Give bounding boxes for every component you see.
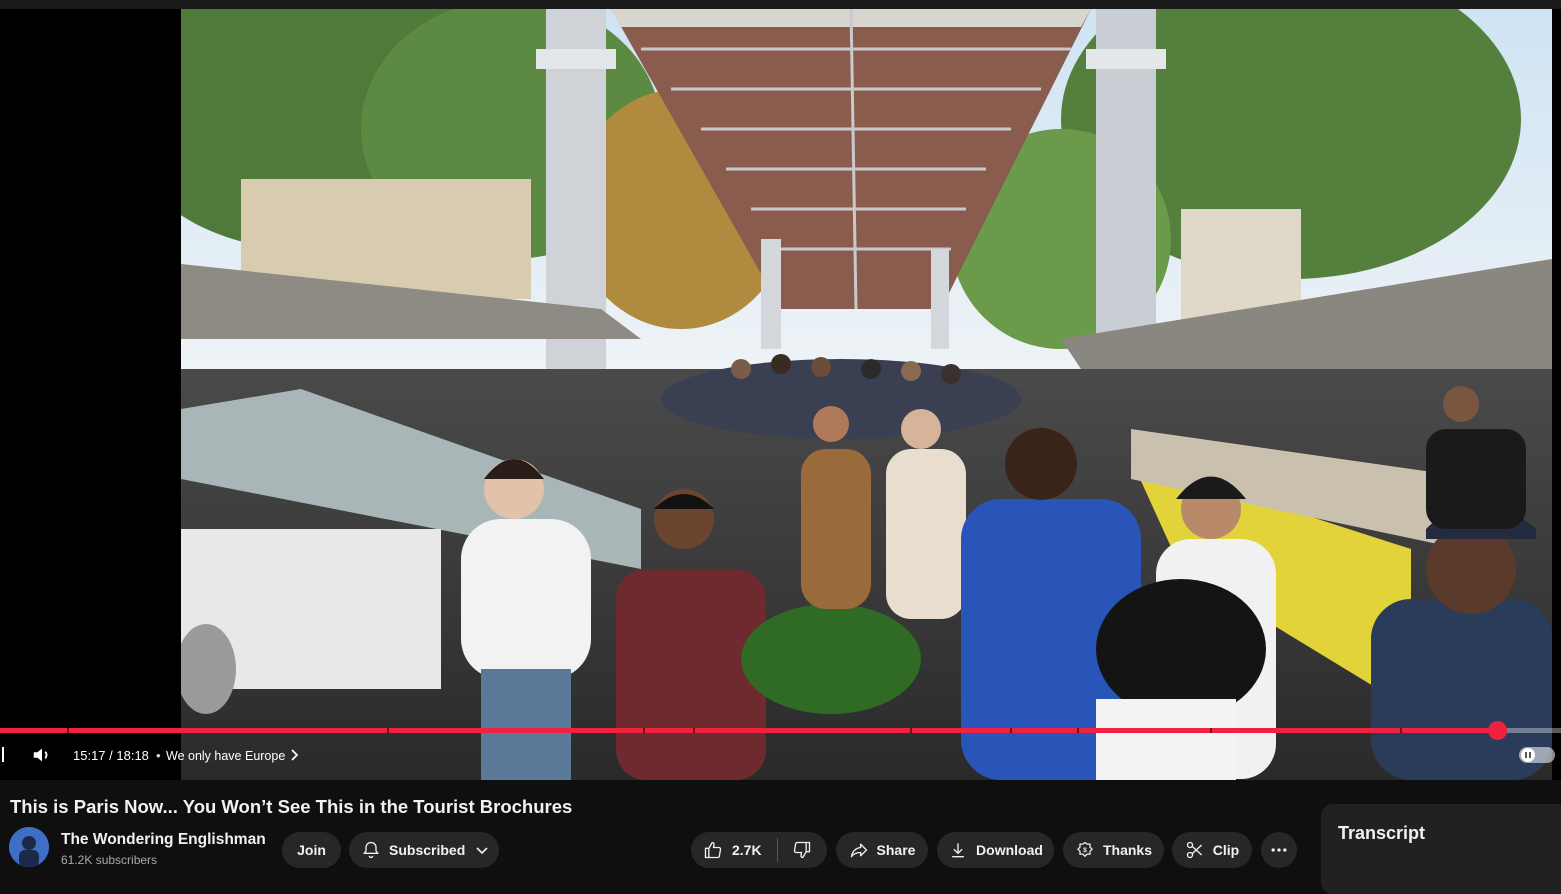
- download-label: Download: [976, 842, 1043, 858]
- subscribed-label: Subscribed: [389, 842, 466, 858]
- thumbs-down-icon: [793, 841, 810, 859]
- chapter-marker: [1009, 728, 1012, 733]
- chapter-marker: [1077, 728, 1080, 733]
- join-label: Join: [297, 842, 326, 858]
- download-icon: [952, 843, 964, 858]
- volume-icon[interactable]: [31, 744, 53, 766]
- time-display: 15:17 / 18:18: [73, 748, 149, 763]
- autoplay-pause-icon: [1521, 748, 1535, 762]
- video-title: This is Paris Now... You Won’t See This …: [10, 796, 573, 817]
- subscribed-button[interactable]: Subscribed: [349, 832, 499, 868]
- like-count: 2.7K: [732, 842, 762, 858]
- top-strip: [0, 0, 1561, 9]
- chapter-marker: [643, 728, 646, 733]
- chevron-down-icon: [476, 847, 488, 855]
- thanks-button[interactable]: $ Thanks: [1063, 832, 1164, 868]
- subscriber-count: 61.2K subscribers: [61, 853, 158, 867]
- chevron-right-icon[interactable]: [290, 748, 300, 762]
- chapter-title[interactable]: We only have Europe: [166, 749, 285, 763]
- chapter-marker: [693, 728, 696, 733]
- thanks-label: Thanks: [1102, 842, 1152, 858]
- chapter-marker: [387, 728, 390, 733]
- like-dislike-group: 2.7K: [691, 832, 827, 868]
- chapter-marker: [1209, 728, 1212, 733]
- video-frame[interactable]: [181, 9, 1552, 780]
- more-actions-button[interactable]: [1261, 832, 1297, 868]
- channel-name[interactable]: The Wondering Englishman: [61, 831, 266, 849]
- transcript-panel: Transcript: [1321, 804, 1561, 894]
- chapter-marker: [1400, 728, 1403, 733]
- bell-icon: [363, 841, 379, 859]
- video-player[interactable]: 15:17 / 18:18 • We only have Europe: [0, 0, 1561, 780]
- progress-played: [0, 728, 1497, 733]
- clip-button[interactable]: Clip: [1172, 832, 1252, 868]
- like-button[interactable]: 2.7K: [691, 832, 762, 868]
- chapter-marker: [67, 728, 70, 733]
- download-button[interactable]: Download: [937, 832, 1054, 868]
- share-button[interactable]: Share: [836, 832, 928, 868]
- clip-label: Clip: [1212, 842, 1240, 858]
- autoplay-toggle[interactable]: [1519, 747, 1555, 763]
- thumbs-up-icon: [704, 841, 722, 859]
- video-frame-image: [181, 9, 1552, 780]
- avatar-image: [9, 827, 49, 867]
- thanks-icon: $: [1077, 841, 1093, 858]
- chapter-separator: •: [156, 748, 161, 763]
- ellipsis-icon: [1271, 848, 1287, 852]
- join-button[interactable]: Join: [282, 832, 341, 868]
- channel-avatar[interactable]: [9, 827, 49, 867]
- scissors-icon: [1186, 841, 1202, 859]
- progress-bar[interactable]: [0, 721, 1561, 740]
- play-edge-indicator: [2, 747, 4, 762]
- dislike-button[interactable]: [778, 832, 812, 868]
- share-icon: [850, 843, 867, 858]
- player-controls: 15:17 / 18:18 • We only have Europe: [0, 737, 1561, 777]
- transcript-title: Transcript: [1338, 823, 1426, 843]
- chapter-marker: [910, 728, 913, 733]
- svg-text:$: $: [1083, 847, 1087, 854]
- share-label: Share: [876, 842, 916, 858]
